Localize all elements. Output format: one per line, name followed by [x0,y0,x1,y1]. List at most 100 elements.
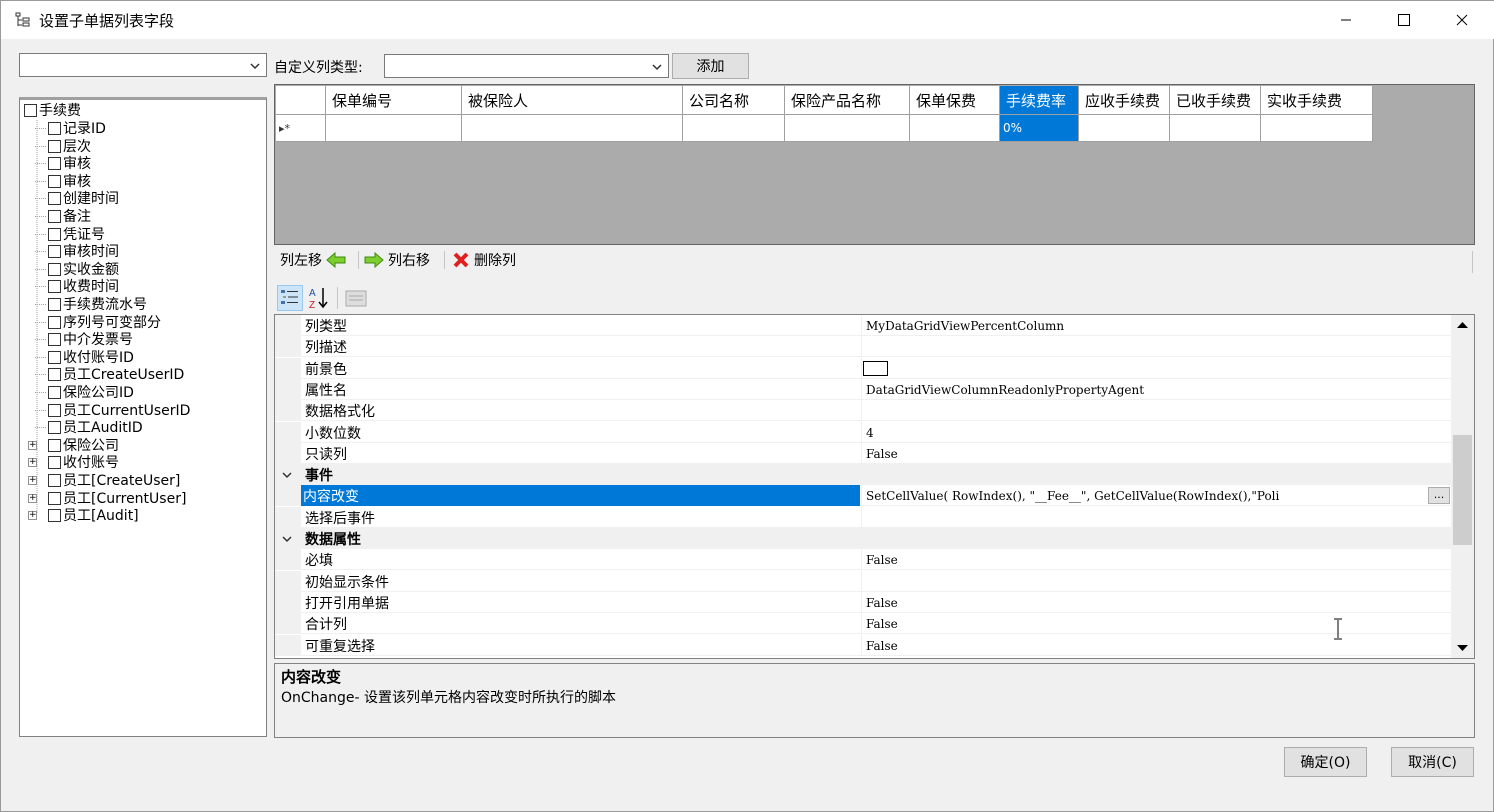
checkbox[interactable] [48,156,61,170]
column-header[interactable]: 保险产品名称 [785,86,910,115]
checkbox[interactable] [48,491,61,505]
checkbox[interactable] [48,315,61,329]
checkbox[interactable] [48,367,61,381]
field-tree[interactable]: 手续费 记录ID 层次 审核 审核 创建时间 备注 凭证号 审核时间 实收金额 收费时间 手续费流水号… [19,97,267,737]
property-grid[interactable]: 列类型 MyDataGridViewPercentColumn 列描述 前景色 属性名 D… [274,314,1475,659]
delete-column-button[interactable]: 删除列 [452,247,516,273]
color-swatch[interactable] [863,361,888,376]
property-row[interactable]: 必填 False [275,549,1451,570]
property-value[interactable] [861,336,1451,357]
maximize-button[interactable] [1375,1,1433,39]
checkbox[interactable] [48,191,61,205]
close-button[interactable] [1433,1,1491,39]
checkbox[interactable] [48,420,61,434]
checkbox[interactable] [48,508,61,522]
checkbox[interactable] [48,385,61,399]
property-row[interactable]: 前景色 [275,358,1451,379]
property-value[interactable] [861,358,1451,379]
property-value[interactable]: SetCellValue( RowIndex(), "__Fee__", Get… [861,485,1451,506]
categorized-button[interactable] [277,285,303,311]
tree-node[interactable]: 记录ID [48,119,106,137]
scroll-up-icon[interactable] [1456,320,1469,330]
property-row[interactable]: 合计列 False [275,613,1451,634]
property-value[interactable]: False [861,635,1451,656]
ok-button[interactable]: 确定(O) [1284,747,1367,777]
field-source-combo[interactable] [19,53,267,77]
scroll-thumb[interactable] [1453,435,1472,545]
title-bar[interactable]: 设置子单据列表字段 [1,1,1494,39]
property-row[interactable]: 内容改变 SetCellValue( RowIndex(), "__Fee__",… [275,485,1451,506]
checkbox[interactable] [48,139,61,153]
grid-cell[interactable]: 0% [1000,115,1079,142]
cancel-button[interactable]: 取消(C) [1391,747,1474,777]
vertical-scrollbar[interactable] [1451,315,1474,658]
tree-node[interactable]: 手续费 [24,101,81,119]
expand-icon[interactable]: + [28,494,37,503]
checkbox[interactable] [48,438,61,452]
grid-cell[interactable] [1170,115,1261,142]
scroll-down-icon[interactable] [1456,643,1469,653]
checkbox[interactable] [48,262,61,276]
property-row[interactable]: 列描述 [275,336,1451,357]
tree-node[interactable]: 员工[Audit] [48,506,139,524]
tree-node[interactable]: 审核 [48,154,91,172]
column-header[interactable]: 已收手续费 [1170,86,1261,115]
grid-cell[interactable] [326,115,462,142]
property-value[interactable]: False [861,443,1451,464]
column-header[interactable]: 手续费率 [1000,86,1079,115]
property-row[interactable]: 打开引用单据 False [275,592,1451,613]
property-value[interactable]: False [861,549,1451,570]
property-row[interactable]: 小数位数 4 [275,422,1451,443]
move-right-button[interactable]: 列右移 [364,247,430,273]
property-pages-button[interactable] [344,285,370,311]
chevron-down-icon[interactable] [281,533,293,545]
tree-node[interactable]: 创建时间 [48,189,119,207]
property-value[interactable]: 4 [861,422,1451,443]
alphabetical-button[interactable]: A Z [306,285,332,311]
tree-node[interactable]: 员工AuditID [48,418,143,436]
checkbox[interactable] [48,403,61,417]
checkbox[interactable] [24,103,37,117]
grid-cell[interactable] [683,115,785,142]
column-header[interactable]: 公司名称 [683,86,785,115]
tree-node[interactable]: 中介发票号 [48,330,133,348]
checkbox[interactable] [48,244,61,258]
add-button[interactable]: 添加 [672,53,749,79]
custom-type-combo[interactable] [384,54,669,78]
property-value[interactable] [861,507,1451,528]
checkbox[interactable] [48,174,61,188]
checkbox[interactable] [48,209,61,223]
tree-node[interactable]: 收费时间 [48,277,119,295]
checkbox[interactable] [48,332,61,346]
column-header[interactable]: 保单编号 [326,86,462,115]
column-header[interactable]: 实收手续费 [1261,86,1373,115]
property-value[interactable] [861,571,1451,592]
property-row[interactable]: 属性名 DataGridViewColumnReadonlyPropertyAge… [275,379,1451,400]
grid-cell[interactable] [462,115,683,142]
property-row[interactable]: 列类型 MyDataGridViewPercentColumn [275,315,1451,336]
tree-node[interactable]: 手续费流水号 [48,295,147,313]
checkbox[interactable] [48,121,61,135]
property-row[interactable]: 数据格式化 [275,400,1451,421]
tree-node[interactable]: 员工CreateUserID [48,365,184,383]
column-header[interactable]: 保单保费 [910,86,1000,115]
tree-node[interactable]: 审核时间 [48,242,119,260]
checkbox[interactable] [48,279,61,293]
expand-icon[interactable]: + [28,511,37,520]
property-category[interactable]: 事件 [275,464,1451,485]
checkbox[interactable] [48,455,61,469]
checkbox[interactable] [48,350,61,364]
grid-cell[interactable] [910,115,1000,142]
property-category[interactable]: 数据属性 [275,528,1451,549]
grid-cell[interactable] [1261,115,1373,142]
expand-icon[interactable]: + [28,458,37,467]
grid-cell[interactable] [1079,115,1170,142]
tree-node[interactable]: 员工[CreateUser] [48,471,180,489]
expand-icon[interactable]: + [28,441,37,450]
tree-node[interactable]: 备注 [48,207,91,225]
ellipsis-button[interactable]: ... [1428,487,1450,504]
move-left-button[interactable]: 列左移 [280,247,346,273]
checkbox[interactable] [48,473,61,487]
property-row[interactable]: 只读列 False [275,443,1451,464]
property-value[interactable]: False [861,592,1451,613]
